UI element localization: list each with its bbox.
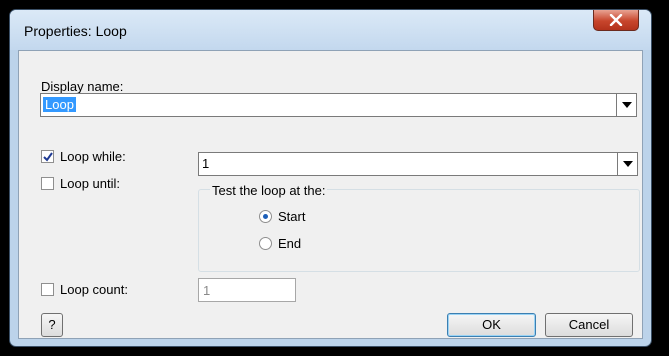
loop-while-checkbox[interactable] (41, 150, 54, 163)
loop-until-checkbox[interactable] (41, 177, 54, 190)
ok-button[interactable]: OK (447, 313, 536, 337)
help-button[interactable]: ? (41, 313, 63, 337)
loop-count-input[interactable]: 1 (198, 278, 296, 302)
display-name-value: Loop (43, 97, 76, 112)
display-name-combobox[interactable]: Loop (40, 93, 637, 117)
title-bar[interactable]: Properties: Loop (10, 10, 651, 50)
loop-while-label: Loop while: (60, 149, 126, 164)
dialog-window: Properties: Loop Display name: Loop Loop… (9, 9, 652, 347)
radio-end-label: End (278, 236, 302, 251)
close-icon (609, 14, 623, 26)
cancel-button[interactable]: Cancel (545, 313, 633, 337)
loop-while-value: 1 (202, 156, 210, 171)
loop-count-label: Loop count: (60, 282, 128, 297)
loop-count-checkbox[interactable] (41, 283, 54, 296)
loop-while-dropdown-button[interactable] (617, 153, 637, 175)
chevron-down-icon (622, 102, 632, 108)
radio-end[interactable] (259, 237, 272, 250)
test-loop-group-title: Test the loop at the: (210, 183, 328, 198)
display-name-dropdown-button[interactable] (616, 94, 636, 116)
radio-selected-dot (263, 214, 268, 219)
radio-start[interactable] (259, 210, 272, 223)
radio-start-label: Start (278, 209, 306, 224)
dialog-body: Display name: Loop Loop while: 1 Loop un… (18, 50, 643, 339)
checkmark-icon (43, 152, 53, 162)
loop-while-combobox[interactable]: 1 (198, 152, 638, 176)
close-button[interactable] (593, 10, 639, 31)
window-title: Properties: Loop (24, 23, 127, 39)
display-name-label: Display name: (41, 79, 124, 94)
test-loop-groupbox (198, 189, 640, 272)
chevron-down-icon (623, 161, 633, 167)
loop-count-value: 1 (203, 283, 211, 298)
loop-until-label: Loop until: (60, 176, 120, 191)
